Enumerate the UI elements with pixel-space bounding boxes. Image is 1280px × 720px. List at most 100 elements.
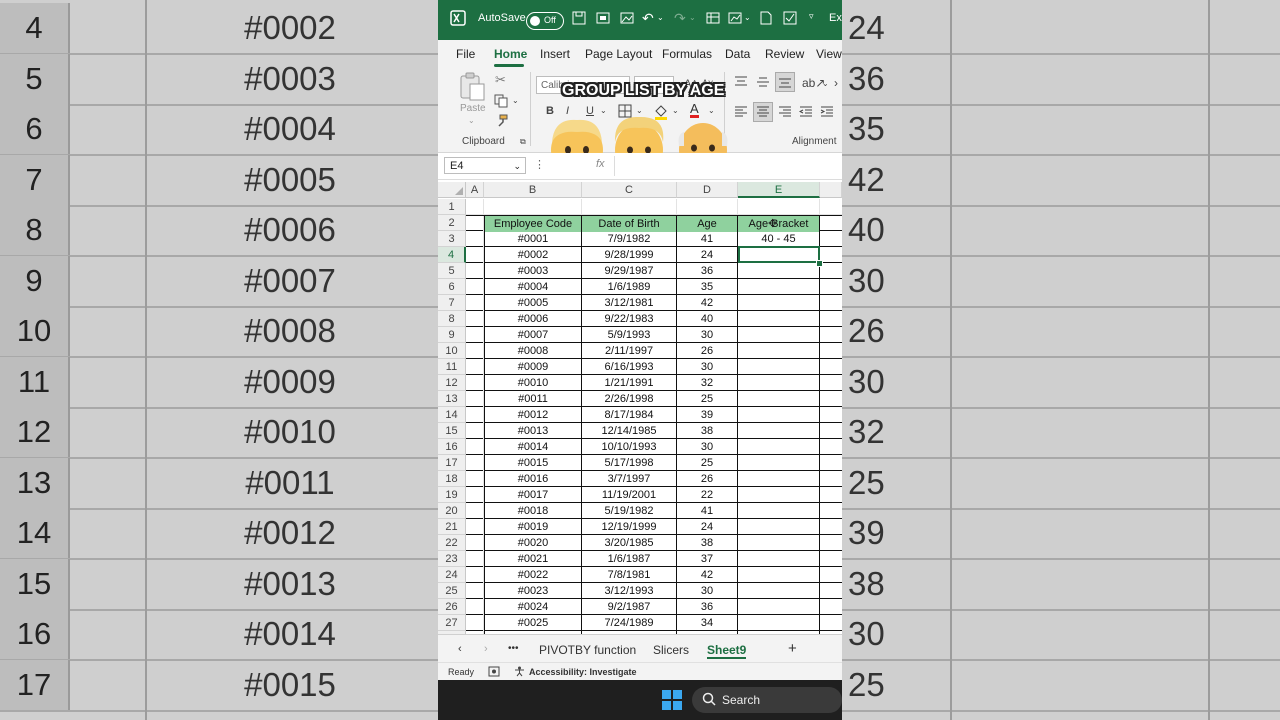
table-cell[interactable]: 6/16/1993 bbox=[582, 359, 677, 375]
table-cell[interactable]: 36 bbox=[677, 599, 738, 615]
table-cell[interactable]: #0017 bbox=[484, 487, 582, 503]
row-header[interactable]: 4 bbox=[438, 247, 466, 263]
table-cell[interactable]: #0016 bbox=[484, 471, 582, 487]
column-header-c[interactable]: C bbox=[582, 182, 677, 198]
table-cell[interactable]: #0014 bbox=[484, 439, 582, 455]
tab-data[interactable]: Data bbox=[725, 47, 750, 61]
row-header[interactable]: 13 bbox=[438, 391, 466, 407]
macro-record-icon[interactable] bbox=[488, 666, 500, 679]
chevron-down-icon[interactable]: ⌄ bbox=[822, 79, 829, 88]
table-cell[interactable]: #0006 bbox=[484, 311, 582, 327]
table-cell[interactable]: 26 bbox=[677, 343, 738, 359]
chevron-down-icon[interactable]: ⌄ bbox=[744, 13, 751, 22]
table-cell[interactable]: #0001 bbox=[484, 231, 582, 247]
row-header[interactable]: 10 bbox=[438, 343, 466, 359]
table-cell[interactable] bbox=[738, 567, 820, 583]
table-cell[interactable]: #0023 bbox=[484, 583, 582, 599]
table-cell[interactable]: 30 bbox=[677, 583, 738, 599]
image-icon[interactable] bbox=[620, 11, 634, 28]
table-cell[interactable]: #0002 bbox=[484, 247, 582, 263]
table-cell[interactable]: 7/24/1989 bbox=[582, 615, 677, 631]
table-cell[interactable]: 30 bbox=[677, 327, 738, 343]
row-header[interactable]: 12 bbox=[438, 375, 466, 391]
table-cell[interactable] bbox=[738, 311, 820, 327]
sheet-tab-sheet9[interactable]: Sheet9 bbox=[707, 643, 747, 659]
column-header-f[interactable] bbox=[820, 182, 842, 198]
chevron-left-icon[interactable]: ‹ bbox=[458, 643, 462, 655]
excel-icon[interactable] bbox=[450, 10, 466, 29]
table-cell[interactable]: #0007 bbox=[484, 327, 582, 343]
table-cell[interactable] bbox=[738, 471, 820, 487]
table-cell[interactable]: 5/17/1998 bbox=[582, 455, 677, 471]
table-cell[interactable] bbox=[738, 423, 820, 439]
print-preview-icon[interactable] bbox=[596, 11, 610, 28]
select-all-corner[interactable] bbox=[438, 182, 466, 198]
table-cell[interactable]: 1/6/1989 bbox=[582, 279, 677, 295]
table-cell[interactable]: 5/19/1982 bbox=[582, 503, 677, 519]
chart-icon[interactable] bbox=[728, 11, 742, 28]
column-header-b[interactable]: B bbox=[484, 182, 582, 198]
table-cell[interactable]: 9/2/1987 bbox=[582, 599, 677, 615]
table-cell[interactable]: #0008 bbox=[484, 343, 582, 359]
row-header[interactable]: 25 bbox=[438, 583, 466, 599]
table-cell[interactable]: 3/20/1985 bbox=[582, 535, 677, 551]
table-cell[interactable]: #0012 bbox=[484, 407, 582, 423]
table-cell[interactable]: 2/26/1998 bbox=[582, 391, 677, 407]
table-cell[interactable]: 7/9/1982 bbox=[582, 231, 677, 247]
row-header[interactable]: 17 bbox=[438, 455, 466, 471]
row-header[interactable]: 3 bbox=[438, 231, 466, 247]
table-cell[interactable]: 30 bbox=[677, 359, 738, 375]
align-top-icon[interactable] bbox=[734, 76, 748, 91]
table-cell[interactable] bbox=[738, 327, 820, 343]
row-header[interactable]: 2 bbox=[438, 215, 466, 231]
table-cell[interactable] bbox=[738, 295, 820, 311]
row-header[interactable]: 27 bbox=[438, 615, 466, 631]
paste-icon[interactable] bbox=[458, 72, 486, 105]
sheet-tab-slicers[interactable]: Slicers bbox=[653, 643, 689, 657]
table-cell[interactable]: 12/14/1985 bbox=[582, 423, 677, 439]
row-header[interactable]: 8 bbox=[438, 311, 466, 327]
align-right-icon[interactable] bbox=[778, 106, 792, 121]
row-header[interactable]: 1 bbox=[438, 199, 466, 215]
table-cell[interactable]: #0010 bbox=[484, 375, 582, 391]
table-cell[interactable] bbox=[738, 263, 820, 279]
table-cell[interactable]: 35 bbox=[677, 279, 738, 295]
table-cell[interactable] bbox=[738, 599, 820, 615]
tab-home[interactable]: Home bbox=[494, 47, 527, 61]
table-cell[interactable]: 36 bbox=[677, 263, 738, 279]
row-header[interactable]: 7 bbox=[438, 295, 466, 311]
table-cell[interactable]: 32 bbox=[677, 375, 738, 391]
sheet-tab-pivotby[interactable]: PIVOTBY function bbox=[539, 643, 636, 657]
table-cell[interactable]: #0013 bbox=[484, 423, 582, 439]
chevron-down-icon[interactable]: ⌄ bbox=[513, 158, 521, 175]
table-cell[interactable]: 40 - 45 bbox=[738, 231, 820, 247]
row-header[interactable]: 20 bbox=[438, 503, 466, 519]
table-cell[interactable]: 5/9/1993 bbox=[582, 327, 677, 343]
align-bottom-button[interactable] bbox=[775, 72, 795, 92]
fill-handle[interactable] bbox=[816, 260, 823, 267]
table-cell[interactable]: #0022 bbox=[484, 567, 582, 583]
table-cell[interactable]: 38 bbox=[677, 423, 738, 439]
table-header-cell[interactable]: Date of Birth bbox=[582, 216, 677, 232]
increase-indent-icon[interactable] bbox=[820, 106, 834, 121]
row-header[interactable]: 19 bbox=[438, 487, 466, 503]
column-header-e[interactable]: E bbox=[738, 182, 820, 198]
table-cell[interactable] bbox=[738, 455, 820, 471]
table-cell[interactable]: 9/29/1987 bbox=[582, 263, 677, 279]
tab-page-layout[interactable]: Page Layout bbox=[585, 47, 652, 61]
table-icon[interactable] bbox=[706, 11, 720, 28]
align-center-button[interactable] bbox=[753, 102, 773, 122]
table-cell[interactable]: #0025 bbox=[484, 615, 582, 631]
row-header[interactable]: 24 bbox=[438, 567, 466, 583]
tab-insert[interactable]: Insert bbox=[540, 47, 570, 61]
table-cell[interactable]: #0011 bbox=[484, 391, 582, 407]
row-header[interactable]: 22 bbox=[438, 535, 466, 551]
table-cell[interactable]: #0024 bbox=[484, 599, 582, 615]
more-options-icon[interactable]: ⋮ bbox=[534, 158, 545, 171]
row-header[interactable]: 21 bbox=[438, 519, 466, 535]
chevron-down-icon[interactable]: ⌄ bbox=[468, 116, 475, 125]
copy-icon[interactable] bbox=[494, 94, 508, 111]
table-cell[interactable]: 39 bbox=[677, 407, 738, 423]
table-cell[interactable]: 2/11/1997 bbox=[582, 343, 677, 359]
table-cell[interactable] bbox=[738, 583, 820, 599]
